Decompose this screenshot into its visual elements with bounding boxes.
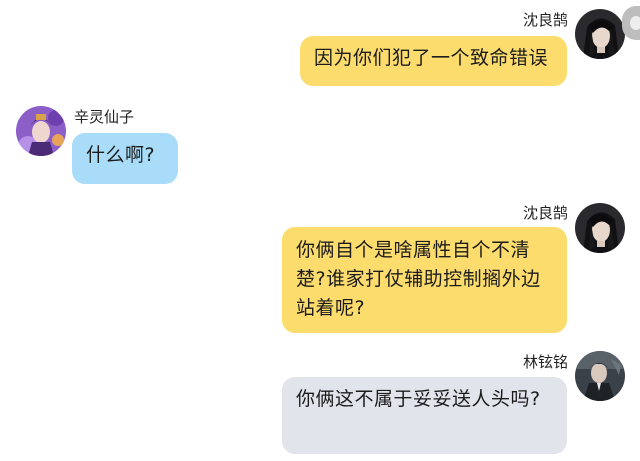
- purple-fairy-character-avatar-icon: [16, 106, 66, 156]
- chat-area: 沈良鹄 因为你们犯了一个致命错误 辛灵仙子 什么啊? 沈良鹄 你俩自个是啥属性自…: [0, 0, 640, 461]
- message-bubble: 什么啊?: [72, 133, 178, 184]
- avatar[interactable]: [575, 351, 625, 401]
- dark-hair-character-avatar-icon: [575, 203, 625, 253]
- sender-name: 辛灵仙子: [74, 108, 135, 126]
- avatar[interactable]: [575, 9, 625, 59]
- sender-name: 沈良鹄: [522, 204, 568, 222]
- dark-suit-character-avatar-icon: [575, 351, 625, 401]
- side-panel-handle-icon[interactable]: [622, 6, 640, 40]
- message-bubble: 你俩自个是啥属性自个不清楚?谁家打仗辅助控制搁外边站着呢?: [282, 227, 567, 333]
- sender-name: 林铉铭: [522, 353, 568, 371]
- sender-name: 沈良鹄: [522, 11, 568, 29]
- message-bubble: 你俩这不属于妥妥送人头吗?: [282, 377, 567, 454]
- message-bubble: 因为你们犯了一个致命错误: [300, 36, 567, 86]
- avatar[interactable]: [16, 106, 66, 156]
- avatar[interactable]: [575, 203, 625, 253]
- dark-hair-character-avatar-icon: [575, 9, 625, 59]
